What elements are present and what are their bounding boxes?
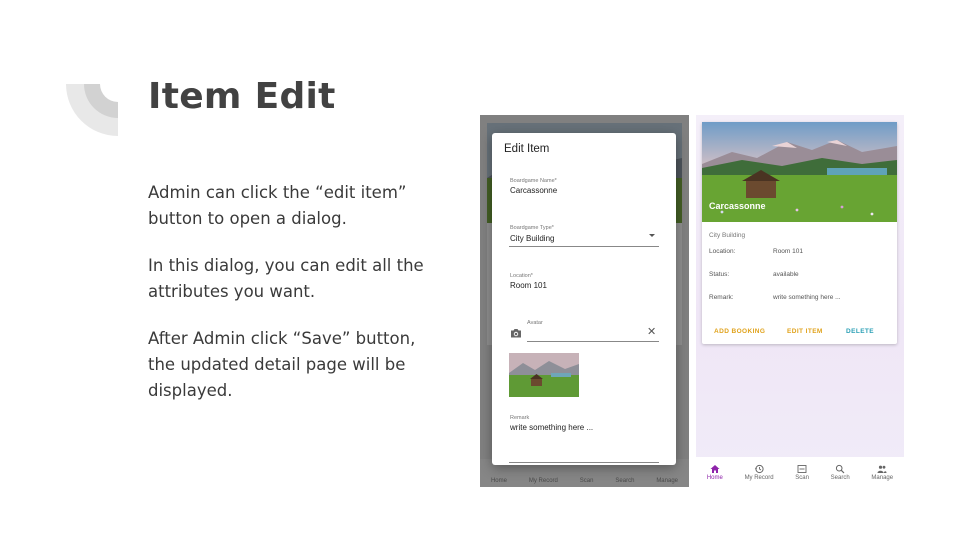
nav-scan[interactable]: Scan (795, 464, 809, 481)
paragraph-save-result: After Admin click “Save” button, the upd… (148, 329, 416, 400)
remark-attribute-label: Remark: (709, 294, 734, 301)
item-type: City Building (709, 232, 746, 239)
camera-icon[interactable] (510, 328, 522, 338)
clear-icon[interactable]: ✕ (647, 327, 656, 338)
bottom-navigation: Home My Record Scan Search Manage (696, 457, 904, 487)
status-attribute-label: Status: (709, 271, 730, 278)
manage-icon (877, 465, 887, 473)
remark-label: Remark (510, 415, 530, 421)
location-field[interactable]: Room 101 (510, 281, 547, 290)
boardgame-type-select[interactable]: City Building (510, 234, 554, 243)
delete-button[interactable]: DELETE (846, 328, 874, 335)
remark-textarea[interactable]: write something here ... (510, 423, 593, 432)
slide-title: Item Edit (148, 76, 336, 117)
avatar-preview-image (509, 353, 579, 397)
nav-manage[interactable]: Manage (871, 464, 893, 481)
type-underline (509, 246, 659, 247)
home-icon (710, 464, 720, 473)
nav-scan-label: Scan (795, 474, 809, 481)
location-label: Location* (510, 273, 533, 279)
boardgame-name-field[interactable]: Carcassonne (510, 186, 557, 195)
avatar-label: Avatar (527, 320, 543, 326)
status-attribute-value: available (773, 271, 799, 278)
nav-home-label: Home (706, 474, 723, 481)
nav-my-record-label: My Record (744, 474, 774, 481)
avatar-underline (527, 341, 659, 342)
item-card: Carcassonne City Building Location: Room… (702, 122, 897, 344)
search-icon (836, 464, 845, 473)
location-attribute-value: Room 101 (773, 248, 803, 255)
decorative-ring (66, 84, 118, 136)
edit-item-button[interactable]: EDIT ITEM (787, 328, 823, 335)
nav-search-label: Search (830, 474, 850, 481)
location-attribute-label: Location: (709, 248, 736, 255)
nav-my-record[interactable]: My Record (745, 464, 774, 481)
add-booking-button[interactable]: ADD BOOKING (714, 328, 765, 335)
detail-page-screenshot: Carcassonne City Building Location: Room… (696, 115, 904, 487)
item-name: Carcassonne (709, 201, 766, 211)
dialog-title: Edit Item (504, 143, 550, 155)
scan-icon (797, 464, 807, 473)
paragraph-edit-item: Admin can click the “edit item” button t… (148, 183, 407, 228)
remark-underline (509, 462, 659, 463)
dropdown-caret-icon[interactable] (649, 234, 655, 237)
boardgame-type-label: Boardgame Type* (510, 225, 554, 231)
nav-home[interactable]: Home (707, 464, 723, 481)
edit-dialog-screenshot: Home My Record Scan Search Manage Edit I… (480, 115, 689, 487)
edit-item-dialog: Edit Item Boardgame Name* Carcassonne Bo… (492, 133, 676, 465)
boardgame-name-label: Boardgame Name* (510, 178, 557, 184)
nav-manage-label: Manage (871, 474, 894, 481)
history-icon (754, 464, 764, 473)
remark-attribute-value: write something here ... (773, 294, 841, 301)
paragraph-edit-attributes: In this dialog, you can edit all the att… (148, 256, 424, 301)
nav-search[interactable]: Search (831, 464, 850, 481)
